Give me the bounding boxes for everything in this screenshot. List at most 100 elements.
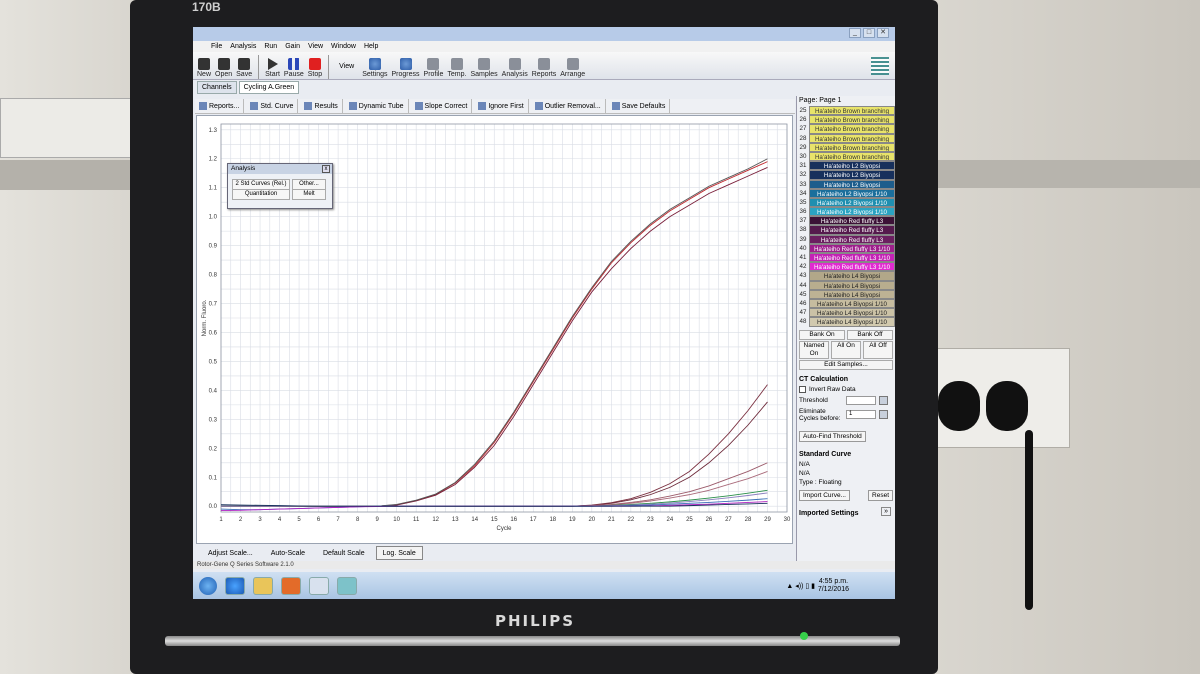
- stop-button[interactable]: Stop: [308, 58, 322, 79]
- close-button[interactable]: ✕: [877, 28, 889, 38]
- x-tick-label: 6: [317, 517, 321, 523]
- results-button[interactable]: Results: [300, 99, 343, 113]
- reports-subbutton[interactable]: Reports...: [195, 99, 245, 113]
- std-curve-button[interactable]: Std. Curve: [246, 99, 299, 113]
- plug-2: [986, 381, 1028, 431]
- menu-window[interactable]: Window: [331, 41, 356, 52]
- open-button[interactable]: Open: [215, 58, 232, 79]
- named-on-button[interactable]: Named On: [799, 340, 829, 359]
- pause-button[interactable]: Pause: [284, 58, 304, 79]
- arrange-button[interactable]: Arrange: [560, 58, 585, 79]
- threshold-pick-icon[interactable]: [879, 395, 888, 405]
- all-off-button[interactable]: All Off: [863, 340, 893, 359]
- samples-button[interactable]: Samples: [470, 58, 498, 79]
- close-icon[interactable]: x: [322, 165, 330, 173]
- bank-off-button[interactable]: Bank Off: [847, 329, 893, 340]
- rotor-gene-app-icon[interactable]: [337, 576, 357, 595]
- y-tick-label: 0.2: [209, 446, 218, 452]
- reset-button[interactable]: Reset: [868, 489, 893, 501]
- y-tick-label: 1.2: [209, 157, 218, 163]
- threshold-input[interactable]: [846, 395, 876, 405]
- sample-row[interactable]: 37 Ha'ateiho Red fluffy L3: [797, 216, 895, 226]
- sample-row[interactable]: 31 Ha'ateiho L2 Biyopsi: [797, 161, 895, 171]
- sample-row[interactable]: 38 Ha'ateiho Red fluffy L3: [797, 225, 895, 235]
- default-scale-button[interactable]: Default Scale: [316, 546, 372, 560]
- melt-button[interactable]: Melt: [292, 189, 326, 200]
- bank-on-button[interactable]: Bank On: [799, 329, 845, 340]
- settings-button[interactable]: Settings: [362, 58, 388, 79]
- system-tray[interactable]: ▲ ◂)) ▯ ▮: [786, 582, 815, 590]
- maximize-button[interactable]: □: [863, 28, 875, 38]
- sample-row[interactable]: 29 Ha'ateiho Brown branching: [797, 142, 895, 152]
- sample-row[interactable]: 47 Ha'ateiho L4 Biyopsi 1/10: [797, 308, 895, 318]
- edit-samples-button[interactable]: Edit Samples...: [799, 359, 893, 370]
- sample-row[interactable]: 35 Ha'ateiho L2 Biyopsi 1/10: [797, 197, 895, 208]
- invert-raw-row[interactable]: Invert Raw Data: [799, 385, 893, 393]
- outlier-removal-button[interactable]: Outlier Removal...: [531, 99, 606, 113]
- sample-row[interactable]: 42 Ha'ateiho Red fluffy L3 1/10: [797, 262, 895, 272]
- reports-button[interactable]: Reports: [532, 58, 556, 79]
- ignore-first-button[interactable]: Ignore First: [474, 99, 529, 113]
- window-icon[interactable]: [309, 576, 329, 595]
- minimize-button[interactable]: _: [849, 28, 861, 38]
- dynamic-tube-button[interactable]: Dynamic Tube: [345, 99, 409, 113]
- progress-button[interactable]: Progress: [392, 58, 420, 79]
- sample-row[interactable]: 45 Ha'ateiho L4 Biyopsi: [797, 289, 895, 299]
- sample-row[interactable]: 27 Ha'ateiho Brown branching: [797, 124, 895, 134]
- grid-icon[interactable]: [871, 57, 889, 75]
- power-led-icon[interactable]: [800, 632, 808, 640]
- tab-channels[interactable]: Channels: [197, 81, 237, 94]
- clock[interactable]: 4:55 p.m. 7/12/2016: [818, 578, 849, 594]
- temp-button[interactable]: Temp.: [447, 58, 466, 79]
- eliminate-input[interactable]: 1: [846, 410, 876, 419]
- sample-row[interactable]: 39 Ha'ateiho Red fluffy L3: [797, 234, 895, 244]
- menu-run[interactable]: Run: [264, 41, 277, 52]
- auto-find-threshold-button[interactable]: Auto-Find Threshold: [799, 430, 866, 442]
- all-on-button[interactable]: All On: [831, 340, 861, 359]
- sample-row[interactable]: 43 Ha'ateiho L4 Biyopsi: [797, 271, 895, 281]
- profile-button[interactable]: Profile: [424, 58, 443, 79]
- sample-row[interactable]: 28 Ha'ateiho Brown branching: [797, 133, 895, 143]
- sample-row[interactable]: 32 Ha'ateiho L2 Biyopsi: [797, 170, 895, 180]
- sample-number: 45: [799, 290, 807, 298]
- sample-name: Ha'ateiho L4 Biyopsi: [809, 271, 895, 281]
- tab-cycling-a-green[interactable]: Cycling A.Green: [238, 81, 300, 94]
- sample-row[interactable]: 33 Ha'ateiho L2 Biyopsi: [797, 179, 895, 189]
- ie-icon[interactable]: [225, 576, 245, 595]
- sample-row[interactable]: 34 Ha'ateiho L2 Biyopsi 1/10: [797, 188, 895, 198]
- menu-analysis[interactable]: Analysis: [230, 41, 256, 52]
- save-defaults-button[interactable]: Save Defaults: [608, 99, 671, 113]
- sample-row[interactable]: 25 Ha'ateiho Brown branching: [797, 106, 895, 116]
- start-button[interactable]: [199, 576, 217, 595]
- sample-row[interactable]: 26 Ha'ateiho Brown branching: [797, 115, 895, 125]
- sample-number: 25: [799, 107, 807, 114]
- start-button[interactable]: Start: [265, 58, 280, 79]
- checkbox-icon[interactable]: [799, 385, 806, 393]
- save-button[interactable]: Save: [236, 58, 252, 79]
- eliminate-pick-icon[interactable]: [879, 410, 888, 419]
- slope-correct-button[interactable]: Slope Correct: [411, 99, 473, 113]
- new-button[interactable]: New: [197, 58, 211, 79]
- auto-scale-button[interactable]: Auto-Scale: [264, 546, 312, 560]
- log-scale-button[interactable]: Log. Scale: [375, 546, 423, 560]
- sample-row[interactable]: 41 Ha'ateiho Red fluffy L3 1/10: [797, 253, 895, 263]
- expand-icon[interactable]: »: [881, 506, 891, 516]
- sample-row[interactable]: 40 Ha'ateiho Red fluffy L3 1/10: [797, 243, 895, 253]
- import-curve-button[interactable]: Import Curve...: [799, 489, 850, 501]
- sample-row[interactable]: 48 Ha'ateiho L4 Biyopsi 1/10: [797, 317, 895, 327]
- sample-row[interactable]: 36 Ha'ateiho L2 Biyopsi 1/10: [797, 207, 895, 217]
- menu-file[interactable]: File: [211, 41, 222, 52]
- menu-bar: File Analysis Run Gain View Window Help: [193, 41, 895, 52]
- sample-name: Ha'ateiho L2 Biyopsi: [809, 179, 895, 189]
- media-player-icon[interactable]: [281, 576, 301, 595]
- explorer-icon[interactable]: [253, 576, 273, 595]
- analysis-button[interactable]: Analysis: [502, 58, 528, 79]
- menu-help[interactable]: Help: [364, 41, 378, 52]
- sample-row[interactable]: 44 Ha'ateiho L4 Biyopsi: [797, 280, 895, 290]
- adjust-scale-button[interactable]: Adjust Scale...: [201, 546, 260, 560]
- menu-gain[interactable]: Gain: [285, 41, 300, 52]
- sample-row[interactable]: 30 Ha'ateiho Brown branching: [797, 151, 895, 162]
- sample-row[interactable]: 46 Ha'ateiho L4 Biyopsi 1/10: [797, 298, 895, 309]
- menu-view[interactable]: View: [308, 41, 323, 52]
- quantitation-button[interactable]: Quantitation: [232, 189, 290, 200]
